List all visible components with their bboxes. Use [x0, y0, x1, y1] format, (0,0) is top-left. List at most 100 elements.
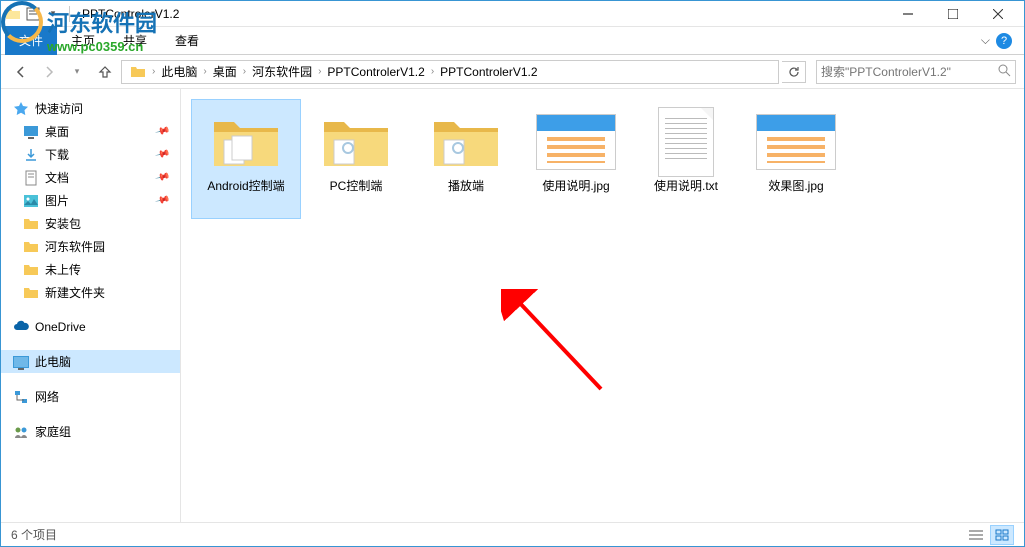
- sidebar-label: 家庭组: [35, 423, 71, 440]
- sidebar-label: 河东软件园: [45, 238, 105, 255]
- forward-button[interactable]: [37, 60, 61, 84]
- chevron-right-icon[interactable]: ›: [241, 66, 248, 77]
- file-label: PC控制端: [330, 179, 383, 195]
- sidebar-label: OneDrive: [35, 320, 86, 334]
- file-label: Android控制端: [207, 179, 284, 195]
- sidebar-label: 快速访问: [35, 100, 83, 117]
- file-item-text[interactable]: 使用说明.txt: [631, 99, 741, 219]
- folder-icon: [426, 107, 506, 177]
- sidebar-item-folder[interactable]: 未上传: [1, 258, 180, 281]
- folder-icon: [23, 216, 39, 232]
- breadcrumb-item[interactable]: PPTControlerV1.2: [436, 65, 541, 79]
- back-button[interactable]: [9, 60, 33, 84]
- sidebar-onedrive[interactable]: OneDrive: [1, 316, 180, 338]
- breadcrumb[interactable]: › 此电脑 › 桌面 › 河东软件园 › PPTControlerV1.2 › …: [121, 60, 779, 84]
- folder-icon: [316, 107, 396, 177]
- tab-view[interactable]: 查看: [161, 28, 213, 53]
- picture-icon: [23, 193, 39, 209]
- ribbon-expand-icon[interactable]: ⌵: [981, 33, 990, 48]
- document-icon: [23, 170, 39, 186]
- tab-home[interactable]: 主页: [57, 28, 109, 53]
- download-icon: [23, 147, 39, 163]
- breadcrumb-item[interactable]: 桌面: [209, 63, 241, 80]
- sidebar-label: 桌面: [45, 123, 69, 140]
- text-file-icon: [646, 107, 726, 177]
- qat-dropdown-icon[interactable]: ▾: [45, 6, 61, 22]
- star-icon: [13, 101, 29, 117]
- maximize-button[interactable]: [930, 1, 975, 27]
- properties-icon[interactable]: [25, 6, 41, 22]
- content-area[interactable]: Android控制端 PC控制端 播放端 使用说明.jpg 使用说明.txt 效…: [181, 89, 1024, 522]
- file-item-folder[interactable]: Android控制端: [191, 99, 301, 219]
- breadcrumb-item[interactable]: 河东软件园: [248, 63, 316, 80]
- sidebar: 快速访问 桌面 📌 下载 📌 文档 📌 图片 📌 安装包 河东软件园: [1, 89, 181, 522]
- folder-icon: [23, 239, 39, 255]
- file-item-image[interactable]: 使用说明.jpg: [521, 99, 631, 219]
- file-label: 使用说明.txt: [654, 179, 718, 195]
- sidebar-quickaccess[interactable]: 快速访问: [1, 97, 180, 120]
- sidebar-network[interactable]: 网络: [1, 385, 180, 408]
- network-icon: [13, 389, 29, 405]
- sidebar-item-downloads[interactable]: 下载 📌: [1, 143, 180, 166]
- cloud-icon: [13, 319, 29, 335]
- tab-share[interactable]: 共享: [109, 28, 161, 53]
- up-button[interactable]: [93, 60, 117, 84]
- details-view-button[interactable]: [964, 525, 988, 545]
- addressbar: ▾ › 此电脑 › 桌面 › 河东软件园 › PPTControlerV1.2 …: [1, 55, 1024, 89]
- sidebar-label: 新建文件夹: [45, 284, 105, 301]
- file-item-image[interactable]: 效果图.jpg: [741, 99, 851, 219]
- sidebar-item-documents[interactable]: 文档 📌: [1, 166, 180, 189]
- folder-icon: [206, 107, 286, 177]
- sidebar-thispc[interactable]: 此电脑: [1, 350, 180, 373]
- pin-icon: 📌: [154, 170, 170, 186]
- recent-dropdown[interactable]: ▾: [65, 60, 89, 84]
- sidebar-item-folder[interactable]: 安装包: [1, 212, 180, 235]
- file-item-folder[interactable]: PC控制端: [301, 99, 411, 219]
- file-label: 播放端: [448, 179, 484, 195]
- sidebar-item-folder[interactable]: 新建文件夹: [1, 281, 180, 304]
- breadcrumb-item[interactable]: PPTControlerV1.2: [323, 65, 428, 79]
- sidebar-label: 未上传: [45, 261, 81, 278]
- separator: [69, 6, 70, 22]
- tab-file[interactable]: 文件: [5, 26, 57, 55]
- chevron-right-icon[interactable]: ›: [316, 66, 323, 77]
- pin-icon: 📌: [154, 193, 170, 209]
- pc-icon: [13, 354, 29, 370]
- folder-icon: [5, 6, 21, 22]
- icons-view-button[interactable]: [990, 525, 1014, 545]
- chevron-right-icon[interactable]: ›: [201, 66, 208, 77]
- folder-icon: [23, 262, 39, 278]
- homegroup-icon: [13, 424, 29, 440]
- refresh-button[interactable]: [782, 61, 806, 83]
- sidebar-item-folder[interactable]: 河东软件园: [1, 235, 180, 258]
- folder-icon: [23, 285, 39, 301]
- search-icon[interactable]: [997, 63, 1011, 80]
- close-button[interactable]: [975, 1, 1020, 27]
- file-label: 效果图.jpg: [768, 179, 823, 195]
- search-box[interactable]: [816, 60, 1016, 84]
- chevron-right-icon[interactable]: ›: [429, 66, 436, 77]
- pin-icon: 📌: [154, 124, 170, 140]
- sidebar-item-desktop[interactable]: 桌面 📌: [1, 120, 180, 143]
- search-input[interactable]: [821, 65, 997, 79]
- pin-icon: 📌: [154, 147, 170, 163]
- file-label: 使用说明.jpg: [542, 179, 609, 195]
- image-thumbnail: [536, 107, 616, 177]
- window-title: PPTControlerV1.2: [82, 7, 179, 21]
- minimize-button[interactable]: [885, 1, 930, 27]
- sidebar-item-pictures[interactable]: 图片 📌: [1, 189, 180, 212]
- ribbon: 文件 主页 共享 查看 ⌵ ?: [1, 27, 1024, 55]
- sidebar-label: 文档: [45, 169, 69, 186]
- sidebar-homegroup[interactable]: 家庭组: [1, 420, 180, 443]
- help-icon[interactable]: ?: [996, 33, 1012, 49]
- desktop-icon: [23, 124, 39, 140]
- item-count: 6 个项目: [11, 526, 57, 543]
- main-area: 快速访问 桌面 📌 下载 📌 文档 📌 图片 📌 安装包 河东软件园: [1, 89, 1024, 522]
- file-item-folder[interactable]: 播放端: [411, 99, 521, 219]
- breadcrumb-item[interactable]: 此电脑: [157, 63, 201, 80]
- sidebar-label: 此电脑: [35, 353, 71, 370]
- sidebar-label: 图片: [45, 192, 69, 209]
- sidebar-label: 下载: [45, 146, 69, 163]
- chevron-right-icon[interactable]: ›: [150, 66, 157, 77]
- breadcrumb-root-icon[interactable]: [126, 64, 150, 80]
